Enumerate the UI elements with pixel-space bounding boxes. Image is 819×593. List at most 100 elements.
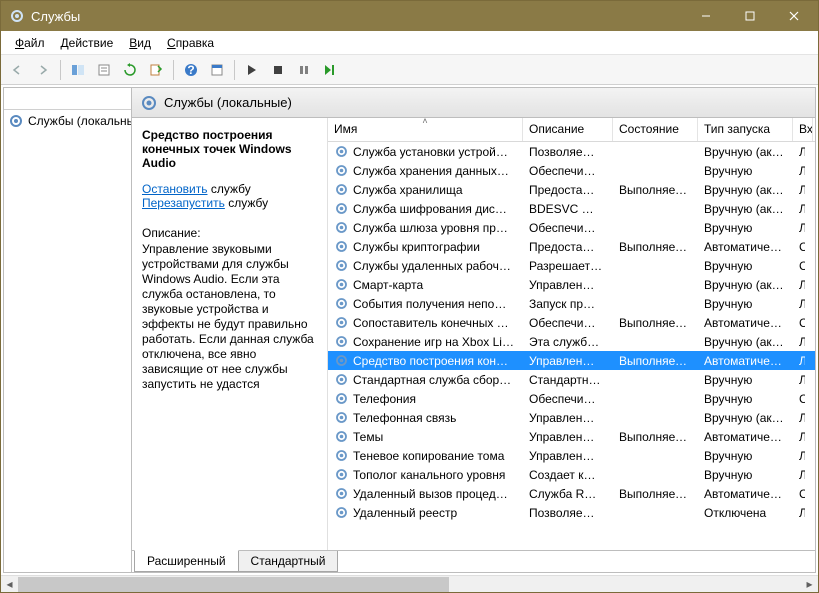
table-row[interactable]: Служба хранения данных…Обеспечи…ВручнуюЛ [328,161,815,180]
cell-name: Телефония [328,391,523,406]
table-row[interactable]: Теневое копирование томаУправлен…Вручную… [328,446,815,465]
scroll-track[interactable] [18,577,801,592]
menubar: Файл Действие Вид Справка [1,31,818,55]
table-row[interactable]: Служба шифрования дис…BDESVC …Вручную (а… [328,199,815,218]
scroll-left-arrow[interactable]: ◂ [1,576,18,593]
table-row[interactable]: Служба установки устрой…Позволяе…Вручную… [328,142,815,161]
minimize-button[interactable] [684,2,728,30]
export-button[interactable] [144,58,168,82]
table-row[interactable]: Стандартная служба сбор…Стандартн…Вручну… [328,370,815,389]
cell-start: Вручную [698,259,793,273]
cell-desc: Обеспечи… [523,316,613,330]
cell-name: Стандартная служба сбор… [328,372,523,387]
scroll-thumb[interactable] [18,577,449,592]
cell-desc: Служба R… [523,487,613,501]
service-gear-icon [334,182,349,197]
cell-name: Теневое копирование тома [328,448,523,463]
list-body[interactable]: Служба установки устрой…Позволяе…Вручную… [328,142,815,550]
service-gear-icon [334,296,349,311]
table-row[interactable]: Смарт-картаУправлен…Вручную (ак…Л [328,275,815,294]
toolbar-separator [173,60,174,80]
restart-service-button[interactable] [318,58,342,82]
tree-node-services-local[interactable]: Службы (локальные) [4,110,131,132]
cell-desc: Управлен… [523,278,613,292]
services-list[interactable]: Имя Описание Состояние Тип запуска Вход … [328,118,815,550]
stop-service-link[interactable]: Остановить [142,182,208,196]
cell-desc: Обеспечи… [523,221,613,235]
scroll-right-arrow[interactable]: ▸ [801,576,818,593]
cell-start: Вручную [698,449,793,463]
cell-state: Выполняется [613,240,698,254]
restart-service-link[interactable]: Перезапустить [142,196,225,210]
cell-logon: С [793,240,805,254]
cell-logon: Л [793,221,805,235]
col-desc[interactable]: Описание [523,118,613,141]
cell-name: Удаленный реестр [328,505,523,520]
pause-service-button[interactable] [292,58,316,82]
tree-pane[interactable]: Службы (локальные) [4,88,132,572]
help-button[interactable]: ? [179,58,203,82]
forward-button[interactable] [31,58,55,82]
cell-name: Средство построения кон… [328,353,523,368]
view-tabs: Расширенный Стандартный [132,550,815,572]
table-row[interactable]: Служба шлюза уровня пр…Обеспечи…ВручнуюЛ [328,218,815,237]
maximize-button[interactable] [728,2,772,30]
menu-action[interactable]: Действие [53,33,122,53]
col-logon[interactable]: Вход от имени [793,118,813,141]
service-gear-icon [334,334,349,349]
table-row[interactable]: ТемыУправлен…ВыполняетсяАвтоматиче…Л [328,427,815,446]
cell-name: Служба шифрования дис… [328,201,523,216]
back-button[interactable] [5,58,29,82]
service-gear-icon [334,220,349,235]
table-row[interactable]: Службы удаленных рабоч…Разрешает…Вручную… [328,256,815,275]
cell-desc: Управлен… [523,411,613,425]
tab-extended[interactable]: Расширенный [134,550,239,572]
service-gear-icon [334,201,349,216]
help-index-button[interactable] [205,58,229,82]
cell-name: Служба шлюза уровня пр… [328,220,523,235]
start-service-button[interactable] [240,58,264,82]
table-row[interactable]: Тополог канального уровняСоздает к…Вручн… [328,465,815,484]
toolbar-separator [234,60,235,80]
cell-start: Вручную (ак… [698,183,793,197]
cell-name: События получения непо… [328,296,523,311]
table-row[interactable]: Сохранение игр на Xbox Li…Эта служб…Вруч… [328,332,815,351]
cell-name: Служба хранения данных… [328,163,523,178]
table-row[interactable]: Телефонная связьУправлен…Вручную (ак…Л [328,408,815,427]
cell-desc: Позволяе… [523,145,613,159]
tab-standard[interactable]: Стандартный [238,551,339,572]
properties-button[interactable] [92,58,116,82]
stop-service-button[interactable] [266,58,290,82]
col-state[interactable]: Состояние [613,118,698,141]
cell-logon: С [793,487,805,501]
cell-start: Вручную [698,392,793,406]
cell-start: Вручную [698,373,793,387]
titlebar[interactable]: Службы [1,1,818,31]
toolbar: ? [1,55,818,85]
cell-logon: Л [793,411,805,425]
menu-view[interactable]: Вид [121,33,159,53]
table-row[interactable]: Службы криптографииПредоста…ВыполняетсяА… [328,237,815,256]
col-start[interactable]: Тип запуска [698,118,793,141]
cell-start: Автоматиче… [698,316,793,330]
table-row[interactable]: Служба хранилищаПредоста…ВыполняетсяВруч… [328,180,815,199]
table-row[interactable] [328,522,815,541]
cell-name: Сопоставитель конечных … [328,315,523,330]
refresh-button[interactable] [118,58,142,82]
hscrollbar[interactable]: ◂ ▸ [1,575,818,592]
table-row[interactable]: Средство построения кон…Управлен…Выполня… [328,351,815,370]
table-row[interactable]: Удаленный вызов процед…Служба R…Выполняе… [328,484,815,503]
table-row[interactable]: Сопоставитель конечных …Обеспечи…Выполня… [328,313,815,332]
cell-logon: Л [793,430,805,444]
menu-file[interactable]: Файл [7,33,53,53]
table-row[interactable]: Удаленный реестрПозволяе…ОтключенаЛ [328,503,815,522]
col-name[interactable]: Имя [328,118,523,141]
gear-icon [140,94,158,112]
cell-desc: Разрешает… [523,259,613,273]
table-row[interactable]: ТелефонияОбеспечи…ВручнуюС [328,389,815,408]
detail-desc-label: Описание: [142,226,317,240]
menu-help[interactable]: Справка [159,33,222,53]
close-button[interactable] [772,2,816,30]
table-row[interactable]: События получения непо…Запуск пр…Вручную… [328,294,815,313]
show-hide-tree-button[interactable] [66,58,90,82]
